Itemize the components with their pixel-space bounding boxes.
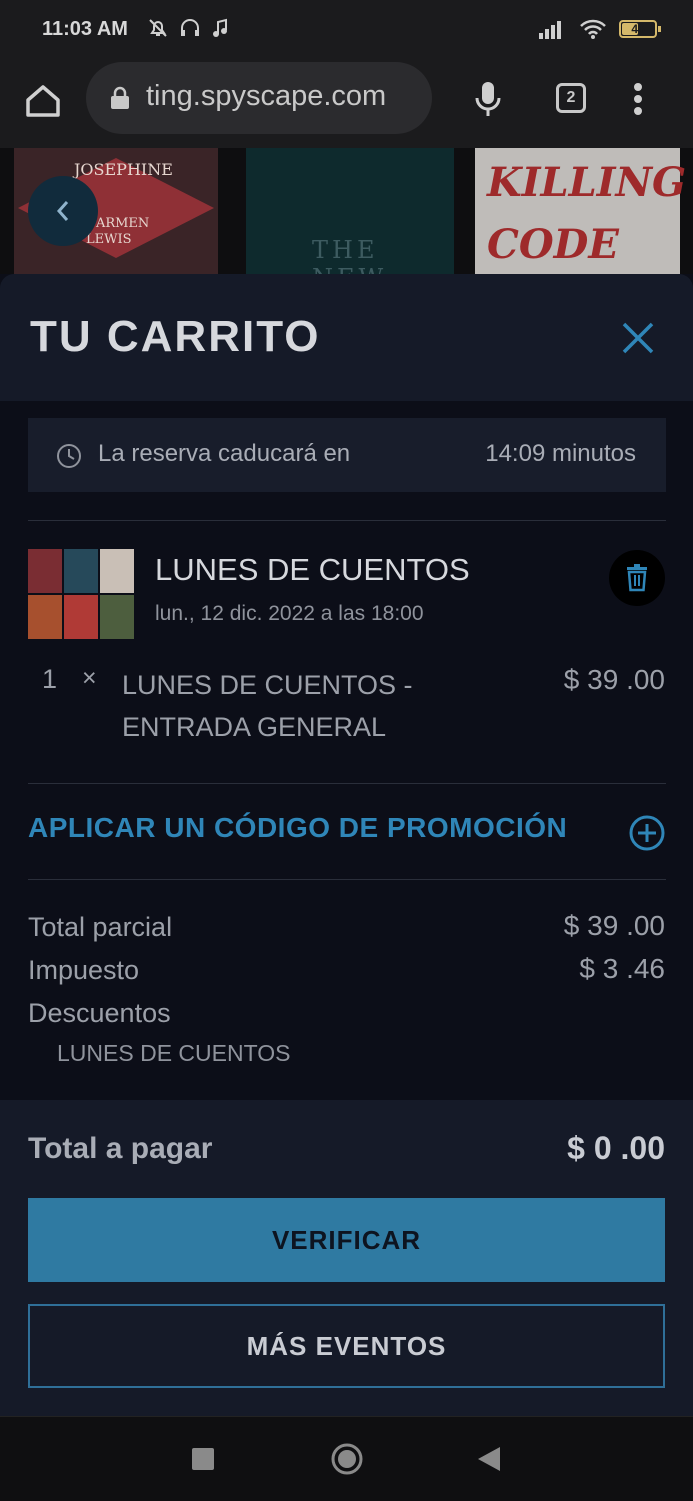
verify-button[interactable]: VERIFICAR [28, 1198, 665, 1282]
total-label: Total a pagar [28, 1132, 213, 1165]
ticket-name: LUNES DE CUENTOS - ENTRADA GENERAL [122, 670, 413, 742]
discounts-label: Descuentos [28, 998, 171, 1028]
book-author: CARMEN LEWIS [86, 216, 150, 247]
carousel-prev-button[interactable] [28, 176, 98, 246]
headset-icon [181, 19, 199, 36]
cart-sheet: TU CARRITO La reserva caducará en 14:09 … [0, 274, 693, 1416]
event-image [28, 549, 134, 639]
tax-label: Impuesto [28, 955, 140, 985]
divider [28, 879, 666, 880]
discount-item: LUNES DE CUENTOS [57, 1040, 291, 1066]
clock-icon [57, 444, 81, 468]
plus-circle-icon[interactable] [628, 814, 666, 852]
status-bar: 11:03 AM 46 [0, 0, 693, 62]
tax-value: $ 3 .46 [579, 953, 665, 984]
system-icons: 46 [539, 18, 661, 40]
book-title: KILLING CODE [487, 159, 687, 268]
total-value: $ 0 .00 [567, 1130, 665, 1166]
more-menu-icon[interactable] [632, 82, 644, 116]
more-events-button[interactable]: MÁS EVENTOS [28, 1304, 665, 1388]
recents-square-icon[interactable] [192, 1448, 214, 1470]
close-icon[interactable] [618, 318, 658, 358]
divider [28, 783, 666, 784]
event-carousel: JOSEPHINE CARMEN LEWIS THE NEW KILLING C… [0, 148, 693, 274]
home-circle-icon[interactable] [330, 1442, 364, 1476]
trash-icon [627, 564, 647, 592]
browser-toolbar: ting.spyscape.com 2 [0, 62, 693, 149]
ticket-price: $ 39 .00 [563, 664, 665, 695]
cart-footer: Total a pagar $ 0 .00 VERIFICAR MÁS EVEN… [0, 1100, 693, 1416]
lock-icon [111, 86, 129, 109]
cart-title: TU CARRITO [30, 312, 321, 361]
notification-icons [146, 16, 230, 40]
battery-nub [658, 26, 661, 32]
event-date: lun., 12 dic. 2022 a las 18:00 [155, 602, 424, 625]
event-title: LUNES DE CUENTOS [155, 552, 470, 587]
subtotal-label: Total parcial [28, 912, 173, 942]
home-icon[interactable] [22, 80, 64, 122]
url-text: ting.spyscape.com [146, 80, 387, 112]
music-note-icon [213, 18, 227, 37]
battery-level: 46 [631, 22, 645, 36]
chevron-left-icon [56, 201, 69, 221]
remove-item-button[interactable] [609, 550, 665, 606]
microphone-icon[interactable] [472, 80, 504, 118]
book-title: THE NEW [312, 236, 383, 274]
ticket-quantity: 1 [42, 664, 58, 694]
book-thumbnail[interactable]: KILLING CODE [475, 148, 687, 274]
promo-code-link[interactable]: APLICAR UN CÓDIGO DE PROMOCIÓN [28, 812, 567, 844]
reservation-label: La reserva caducará en [98, 440, 351, 467]
address-bar[interactable]: ting.spyscape.com [86, 62, 432, 134]
subtotal-value: $ 39 .00 [563, 910, 665, 941]
tab-switcher-button[interactable]: 2 [556, 83, 586, 113]
book-thumbnail[interactable]: THE NEW [246, 148, 454, 274]
battery-icon: 46 [619, 20, 661, 38]
signal-icon [539, 21, 561, 39]
back-triangle-icon[interactable] [478, 1447, 500, 1471]
wifi-icon [580, 19, 606, 39]
reservation-timer: La reserva caducará en 14:09 minutos [28, 418, 666, 492]
system-navigation-bar [0, 1416, 693, 1501]
status-time: 11:03 AM [42, 18, 128, 40]
cart-header: TU CARRITO [0, 274, 693, 401]
times-symbol: × [82, 664, 97, 692]
reservation-time: 14:09 minutos [485, 440, 636, 467]
divider [28, 520, 666, 521]
bell-off-icon [149, 19, 167, 37]
